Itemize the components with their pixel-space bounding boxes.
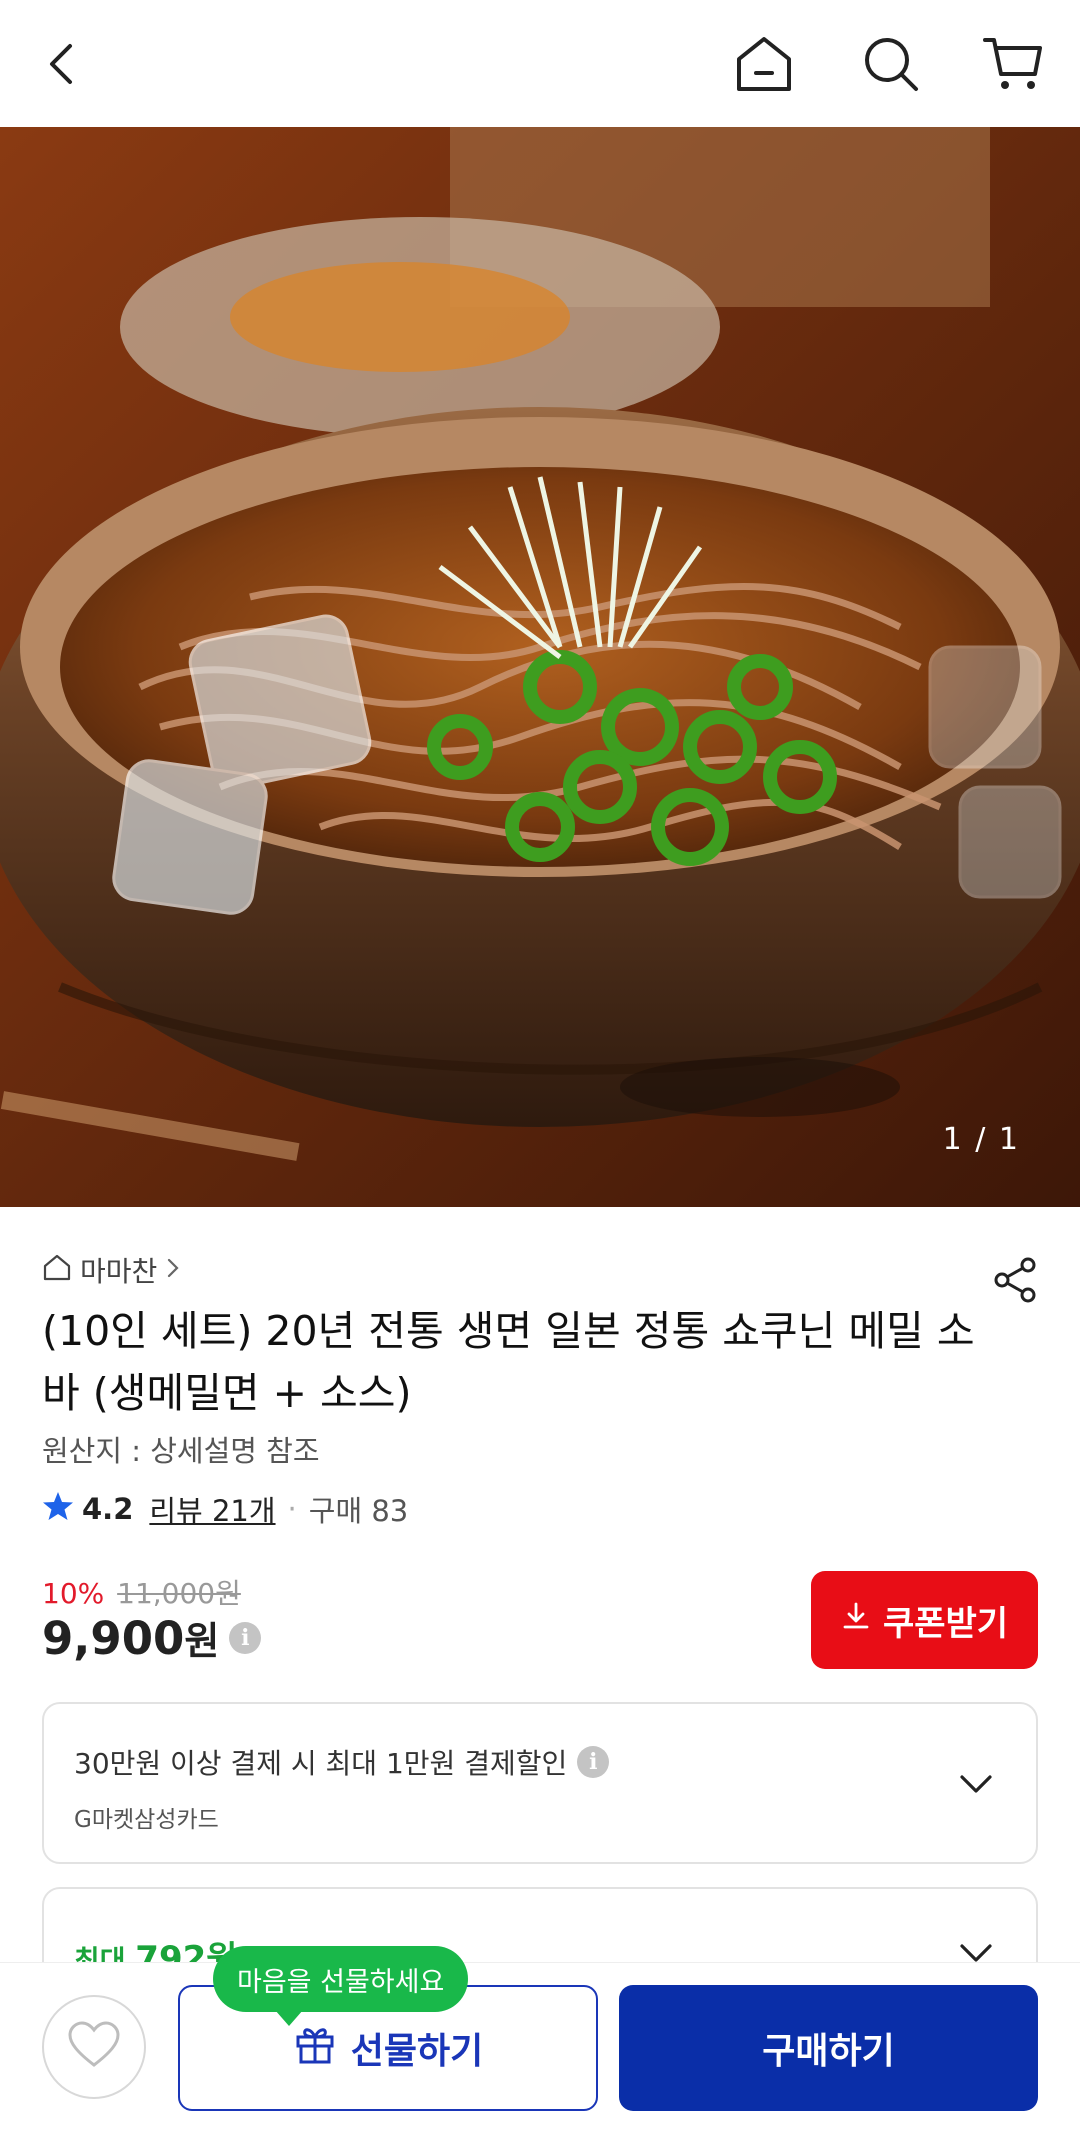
price-value: 9,900 [42, 1612, 185, 1665]
back-arrow-icon[interactable] [28, 28, 100, 100]
rating-row: 4.2 리뷰 21개 · 구매 83 [42, 1488, 408, 1530]
discount-rate: 10% [42, 1577, 105, 1610]
product-origin: 원산지 : 상세설명 참조 [42, 1434, 320, 1468]
original-price: 11,000원 [117, 1577, 241, 1610]
cart-icon[interactable] [977, 28, 1049, 100]
info-icon[interactable]: i [229, 1621, 262, 1654]
review-count-link[interactable]: 리뷰 21개 [149, 1488, 275, 1530]
price-unit: 원 [184, 1619, 220, 1663]
card-discount-text: 30만원 이상 결제 시 최대 1만원 결제할인 [74, 1747, 568, 1780]
wishlist-button[interactable] [42, 1995, 146, 2099]
heart-icon [67, 2021, 121, 2073]
star-icon [42, 1490, 74, 1529]
product-title: (10인 세트) 20년 전통 생면 일본 정통 쇼쿠닌 메밀 소바 (생메밀면… [42, 1307, 975, 1417]
download-icon [841, 1600, 871, 1640]
card-name: G마켓삼성카드 [74, 1807, 219, 1833]
product-image[interactable]: 1 / 1 [0, 127, 1080, 1207]
purchase-count: 구매 83 [308, 1494, 409, 1528]
info-icon[interactable]: i [577, 1746, 610, 1778]
seller-row[interactable]: 마마찬 [42, 1250, 1042, 1290]
coupon-label: 쿠폰받기 [882, 1603, 1009, 1644]
coupon-download-button[interactable]: 쿠폰받기 [811, 1571, 1038, 1669]
gift-tooltip: 마음을 선물하세요 [213, 1946, 469, 2026]
bottom-action-bar: 선물하기 구매하기 [0, 1962, 1080, 2134]
discount-row: 10% 11,000원 [42, 1572, 241, 1612]
card-discount-panel[interactable]: 30만원 이상 결제 시 최대 1만원 결제할인 i G마켓삼성카드 [42, 1702, 1038, 1864]
separator-dot: · [287, 1492, 297, 1526]
store-icon [42, 1252, 72, 1289]
share-icon[interactable] [990, 1255, 1040, 1305]
home-icon[interactable] [728, 28, 800, 100]
gift-icon [293, 2022, 337, 2075]
chevron-down-icon[interactable] [956, 1764, 996, 1804]
top-app-bar [0, 0, 1080, 127]
seller-name: 마마찬 [80, 1255, 158, 1288]
soba-bowl-illustration [0, 127, 1080, 1207]
sale-price: 9,900원 i [42, 1610, 262, 1665]
gift-label: 선물하기 [350, 2031, 484, 2072]
search-icon[interactable] [855, 28, 927, 100]
image-counter: 1 / 1 [942, 1122, 1020, 1157]
chevron-right-icon [165, 1254, 181, 1287]
rating-score: 4.2 [82, 1492, 134, 1526]
buy-button[interactable]: 구매하기 [619, 1985, 1038, 2111]
